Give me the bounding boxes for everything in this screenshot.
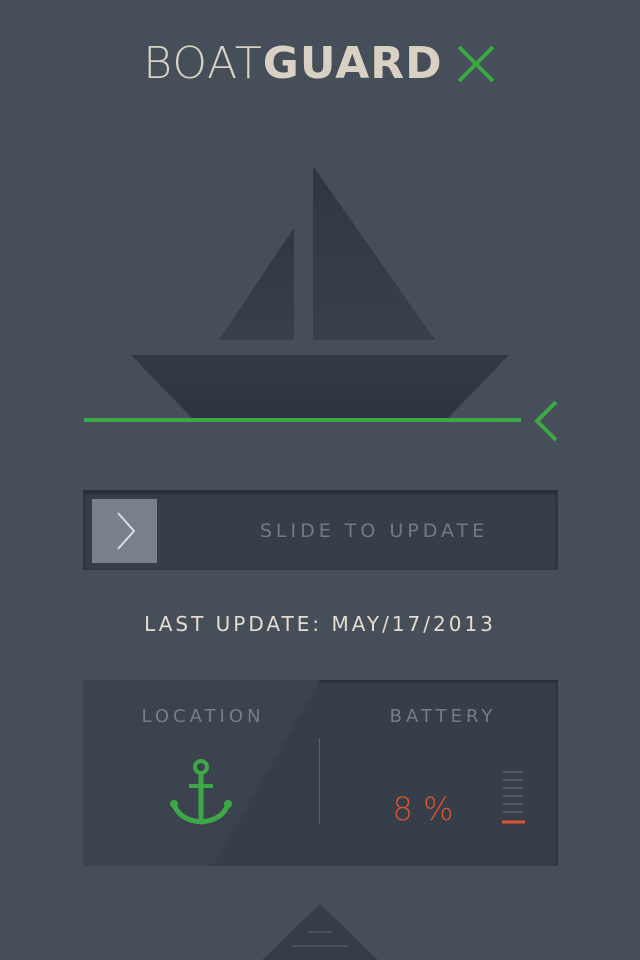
chevron-left-icon [534,400,558,442]
panel-divider [319,738,320,824]
app-logo: BOATGUARD [0,42,640,86]
logo-text-light: BOAT [143,38,263,89]
anchor-icon[interactable] [169,758,233,826]
slider-label: SLIDE TO UPDATE [259,520,489,542]
location-label: LOCATION [141,706,265,727]
pull-up-tab-icon[interactable] [262,904,378,960]
slide-to-update-control[interactable]: SLIDE TO UPDATE [83,490,558,570]
status-panel: LOCATION BATTERY 8 % [83,680,558,866]
close-x-icon [457,45,495,83]
chevron-right-icon [116,512,135,550]
logo-text-bold: GUARD [262,38,443,89]
slider-handle[interactable] [92,499,157,563]
hull [131,355,509,418]
logo-text: BOATGUARD [143,42,442,86]
battery-value: 8 % [392,790,454,828]
battery-bars-icon [502,771,525,824]
small-sail [219,228,294,340]
sailboat-icon [84,166,558,442]
big-sail [313,166,435,340]
last-update-text: LAST UPDATE: MAY/17/2013 [144,612,496,636]
battery-label: BATTERY [389,706,497,727]
